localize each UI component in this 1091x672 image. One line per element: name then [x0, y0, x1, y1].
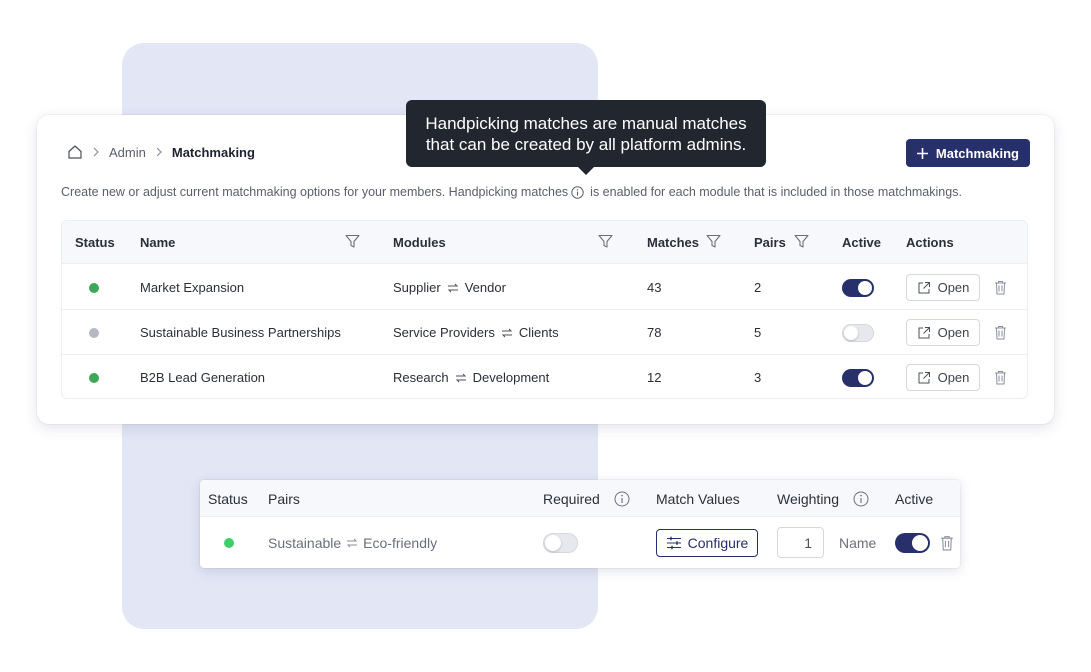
- external-link-icon: [917, 371, 931, 385]
- open-button[interactable]: Open: [906, 319, 980, 346]
- name-label: Name: [839, 534, 877, 551]
- home-icon[interactable]: [67, 144, 83, 160]
- breadcrumb-admin[interactable]: Admin: [109, 145, 146, 160]
- configure-button[interactable]: Configure: [656, 528, 758, 557]
- breadcrumb-current: Matchmaking: [171, 144, 255, 160]
- header-weighting-label: Weighting: [777, 490, 840, 507]
- swap-arrows-icon: [346, 538, 358, 548]
- filter-icon[interactable]: [706, 234, 721, 249]
- module-a: Research: [393, 370, 449, 385]
- row-matches: 78: [647, 325, 662, 340]
- header-status: Status: [208, 490, 248, 507]
- module-b: Development: [472, 370, 550, 385]
- filter-icon[interactable]: [598, 234, 613, 249]
- row-matches: 43: [647, 280, 662, 295]
- row-name: B2B Lead Generation: [140, 370, 266, 385]
- row-name: Market Expansion: [140, 280, 245, 295]
- active-toggle[interactable]: [842, 278, 874, 297]
- header-pairs: Pairs: [754, 235, 786, 250]
- row-pairs: 2: [754, 280, 762, 295]
- table-row[interactable]: Sustainable Business Partnerships Servic…: [62, 310, 1027, 355]
- pairs-table-header: Status Pairs Required Match Values Weigh…: [200, 480, 960, 517]
- page-description: Create new or adjust current matchmaking…: [61, 185, 962, 199]
- row-name: Sustainable Business Partnerships: [140, 325, 341, 340]
- open-button[interactable]: Open: [906, 274, 980, 301]
- tooltip-line-2: that can be created by all platform admi…: [425, 135, 747, 154]
- status-dot: [89, 372, 99, 383]
- chevron-right-icon: [155, 147, 163, 157]
- header-matches: Matches: [647, 235, 700, 250]
- status-dot: [224, 537, 234, 548]
- open-label: Open: [937, 280, 970, 295]
- trash-icon[interactable]: [994, 280, 1007, 295]
- open-label: Open: [937, 325, 970, 340]
- header-weighting: Weighting: [777, 480, 869, 517]
- description-text-after: is enabled for each module that is inclu…: [590, 185, 962, 199]
- required-toggle[interactable]: [543, 532, 578, 553]
- external-link-icon: [917, 326, 931, 340]
- breadcrumb: Admin Matchmaking: [67, 144, 255, 160]
- pair-b: Eco-friendly: [363, 534, 438, 551]
- swap-arrows-icon: [455, 373, 467, 383]
- trash-icon[interactable]: [994, 370, 1007, 385]
- header-pairs: Pairs: [268, 490, 300, 507]
- info-icon[interactable]: [853, 491, 869, 507]
- row-modules: Research Development: [393, 355, 550, 398]
- filter-icon[interactable]: [345, 234, 360, 249]
- module-b: Clients: [518, 325, 559, 340]
- open-button[interactable]: Open: [906, 364, 980, 391]
- matchmaking-table: Status Name Modules Matches Pairs Active…: [61, 220, 1028, 399]
- header-actions: Actions: [906, 235, 954, 250]
- header-active: Active: [842, 235, 882, 250]
- configure-label: Configure: [687, 534, 749, 551]
- active-toggle[interactable]: [895, 532, 930, 553]
- chevron-right-icon: [92, 147, 100, 157]
- module-a: Service Providers: [393, 325, 495, 340]
- active-toggle[interactable]: [842, 368, 874, 387]
- handpicking-tooltip: Handpicking matches are manual matches t…: [406, 100, 766, 175]
- row-pairs: 3: [754, 370, 762, 385]
- info-icon[interactable]: [571, 185, 584, 199]
- row-modules: Service Providers Clients: [393, 310, 559, 355]
- header-match-values: Match Values: [656, 490, 740, 507]
- trash-icon[interactable]: [994, 325, 1007, 340]
- header-status: Status: [75, 235, 115, 250]
- swap-arrows-icon: [501, 328, 513, 338]
- status-dot: [89, 327, 99, 338]
- module-b: Vendor: [464, 280, 506, 295]
- weighting-input[interactable]: [777, 527, 824, 558]
- add-matchmaking-label: Matchmaking: [935, 145, 1019, 161]
- table-header: Status Name Modules Matches Pairs Active…: [62, 221, 1027, 264]
- header-active: Active: [895, 490, 934, 507]
- status-dot: [89, 282, 99, 293]
- plus-icon: [916, 147, 929, 160]
- table-row[interactable]: B2B Lead Generation Research Development…: [62, 355, 1027, 398]
- pair-a: Sustainable: [268, 534, 342, 551]
- row-modules: Supplier Vendor: [393, 265, 506, 310]
- header-modules: Modules: [393, 235, 446, 250]
- pairs-table: Status Pairs Required Match Values Weigh…: [200, 480, 960, 568]
- header-name: Name: [140, 235, 176, 250]
- trash-icon[interactable]: [940, 535, 954, 551]
- external-link-icon: [917, 281, 931, 295]
- table-row[interactable]: Market Expansion Supplier Vendor 43 2 Op…: [62, 265, 1027, 310]
- pair-cell: Sustainable Eco-friendly: [268, 517, 437, 568]
- header-required: Required: [543, 480, 630, 517]
- module-a: Supplier: [393, 280, 441, 295]
- info-icon[interactable]: [614, 491, 630, 507]
- swap-arrows-icon: [447, 283, 459, 293]
- header-required-label: Required: [543, 490, 600, 507]
- sliders-icon: [666, 536, 682, 550]
- description-text-before: Create new or adjust current matchmaking…: [61, 185, 569, 199]
- filter-icon[interactable]: [794, 234, 809, 249]
- active-toggle[interactable]: [842, 323, 874, 342]
- row-matches: 12: [647, 370, 662, 385]
- add-matchmaking-button[interactable]: Matchmaking: [905, 139, 1030, 167]
- tooltip-line-1: Handpicking matches are manual matches: [425, 114, 747, 133]
- open-label: Open: [937, 370, 970, 385]
- row-pairs: 5: [754, 325, 762, 340]
